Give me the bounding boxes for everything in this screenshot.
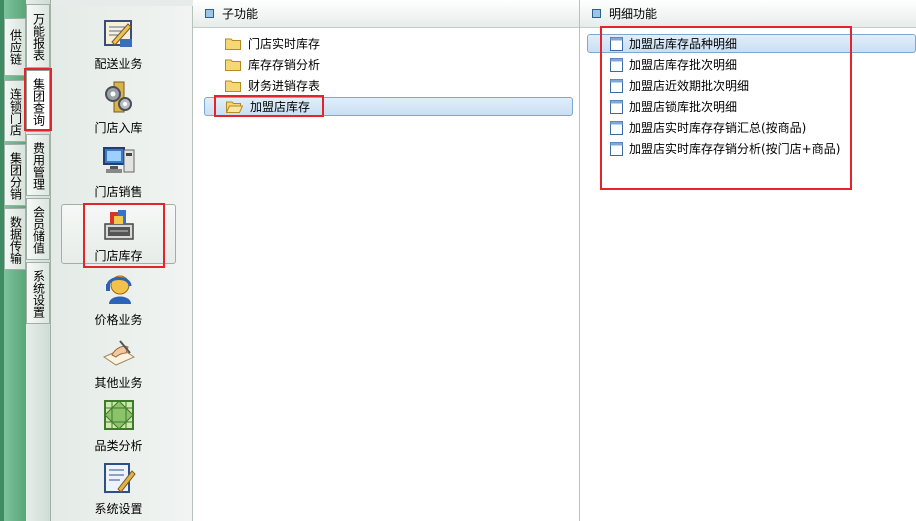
document-icon xyxy=(610,120,623,135)
document-icon xyxy=(610,78,623,93)
panel-bullet-icon xyxy=(205,9,214,18)
tab-label: 费用管理 xyxy=(31,142,46,190)
tab-label: 系统设置 xyxy=(31,270,46,318)
module-store-sales[interactable]: 门店销售 xyxy=(61,144,176,204)
tab-universal-report[interactable]: 万能报表 xyxy=(26,4,50,68)
module-column: 配送业务 门店入库 门店销售 门店库存 价格业务 其他业务 品类分析 系统设置 xyxy=(50,0,194,521)
module-label: 品类分析 xyxy=(94,439,143,453)
document-icon xyxy=(610,57,623,72)
tab-data-transfer[interactable]: 数据传输 xyxy=(4,208,26,270)
sub-item-label: 门店实时库存 xyxy=(248,37,321,51)
gear-tower-icon xyxy=(102,80,136,114)
module-label: 门店库存 xyxy=(94,249,143,263)
hand-writing-icon xyxy=(102,335,136,369)
module-column-top xyxy=(51,0,194,6)
tab-member-stored-value[interactable]: 会员储值 xyxy=(26,198,50,260)
sub-function-header: 子功能 xyxy=(193,0,579,28)
module-system-settings[interactable]: 系统设置 xyxy=(61,461,176,521)
sub-item-selected[interactable]: 加盟店库存 xyxy=(204,97,573,116)
tab-supply-chain[interactable]: 供应链 xyxy=(4,18,26,76)
module-delivery[interactable]: 配送业务 xyxy=(61,16,176,76)
detail-item[interactable]: 加盟店锁库批次明细 xyxy=(610,97,737,116)
person-headset-icon xyxy=(102,272,136,306)
detail-item-label: 加盟店库存品种明细 xyxy=(629,37,738,51)
module-store-inbound[interactable]: 门店入库 xyxy=(61,80,176,140)
folder-icon xyxy=(225,59,241,71)
detail-item-label: 加盟店库存批次明细 xyxy=(629,58,738,72)
sub-item-label: 库存存销分析 xyxy=(248,58,321,72)
module-category-analysis[interactable]: 品类分析 xyxy=(61,398,176,458)
detail-item[interactable]: 加盟店实时库存存销分析(按门店+商品) xyxy=(610,139,840,158)
detail-item[interactable]: 加盟店库存批次明细 xyxy=(610,55,737,74)
module-label: 价格业务 xyxy=(94,313,143,327)
detail-item[interactable]: 加盟店实时库存存销汇总(按商品) xyxy=(610,118,806,137)
sub-item-label: 加盟店库存 xyxy=(250,100,311,114)
delivery-icon xyxy=(102,16,136,50)
tab-label: 数据传输 xyxy=(8,216,23,264)
tab-group-distribution[interactable]: 集团分销 xyxy=(4,144,26,206)
detail-function-header: 明细功能 xyxy=(580,0,916,28)
tab-group-query[interactable]: 集团查询 xyxy=(26,70,50,132)
tab-chain-stores[interactable]: 连锁门店 xyxy=(4,80,26,142)
tab-system-settings[interactable]: 系统设置 xyxy=(26,262,50,324)
inventory-register-icon xyxy=(102,208,136,242)
folder-icon xyxy=(225,80,241,92)
detail-item-label: 加盟店锁库批次明细 xyxy=(629,100,738,114)
tab-label: 连锁门店 xyxy=(8,88,23,136)
module-label: 门店销售 xyxy=(94,185,143,199)
panel-bullet-icon xyxy=(592,9,601,18)
tab-label: 供应链 xyxy=(8,29,23,65)
sub-item[interactable]: 库存存销分析 xyxy=(225,55,320,74)
tab-expense-management[interactable]: 费用管理 xyxy=(26,134,50,196)
detail-function-title: 明细功能 xyxy=(609,7,658,21)
module-label: 门店入库 xyxy=(94,121,143,135)
module-price[interactable]: 价格业务 xyxy=(61,272,176,332)
tab-label: 会员储值 xyxy=(31,206,46,254)
module-store-inventory[interactable]: 门店库存 xyxy=(61,204,176,264)
detail-item[interactable]: 加盟店近效期批次明细 xyxy=(610,76,749,95)
tab-label: 集团分销 xyxy=(8,152,23,200)
sub-item[interactable]: 门店实时库存 xyxy=(225,34,320,53)
detail-item-selected[interactable]: 加盟店库存品种明细 xyxy=(587,34,916,53)
document-icon xyxy=(610,141,623,156)
tab-label: 集团查询 xyxy=(31,78,46,126)
module-label: 配送业务 xyxy=(94,57,143,71)
open-folder-icon xyxy=(226,101,243,113)
settings-doc-icon xyxy=(102,461,136,495)
module-label: 其他业务 xyxy=(94,376,143,390)
document-icon xyxy=(610,36,623,51)
module-other[interactable]: 其他业务 xyxy=(61,335,176,395)
grid-analysis-icon xyxy=(102,398,136,432)
tab-label: 万能报表 xyxy=(31,13,46,61)
sub-item-label: 财务进销存表 xyxy=(248,79,321,93)
detail-item-label: 加盟店实时库存存销分析(按门店+商品) xyxy=(629,142,841,156)
detail-item-label: 加盟店近效期批次明细 xyxy=(629,79,750,93)
module-label: 系统设置 xyxy=(94,502,143,516)
sub-item[interactable]: 财务进销存表 xyxy=(225,76,320,95)
folder-icon xyxy=(225,38,241,50)
detail-item-label: 加盟店实时库存存销汇总(按商品) xyxy=(629,121,807,135)
document-icon xyxy=(610,99,623,114)
pos-computer-icon xyxy=(102,144,136,178)
sub-function-title: 子功能 xyxy=(222,7,259,21)
